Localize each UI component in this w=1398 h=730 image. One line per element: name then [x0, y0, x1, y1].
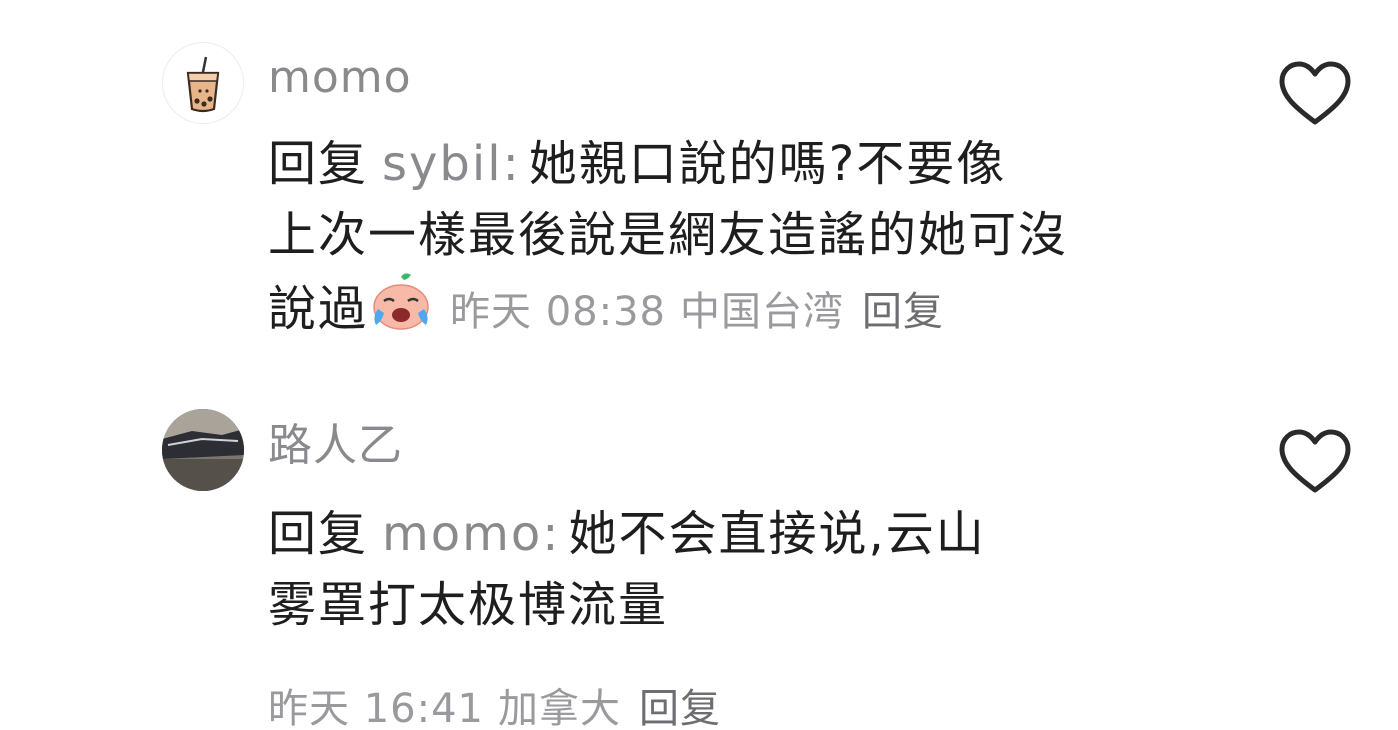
- comment-location: 加拿大: [498, 686, 621, 730]
- comment-text-line1: 她不会直接说,云山: [568, 506, 986, 562]
- reply-colon: :: [542, 506, 561, 562]
- comment-line: 回复 momo: 她不会直接说,云山: [268, 499, 1208, 570]
- comment-text-line2: 上次一樣最後說是網友造謠的她可沒: [268, 207, 1069, 263]
- comment-body: 回复 momo: 她不会直接说,云山 雾罩打太极博流量: [268, 499, 1208, 641]
- comment-item: 路人乙 回复 momo: 她不会直接说,云山 雾罩打太极博流量 昨天 16:41 加拿…: [0, 380, 1398, 730]
- comment-time: 昨天 08:38: [450, 289, 667, 335]
- photo-avatar-image: [162, 409, 244, 491]
- comment-item: momo 回复 sybil: 她親口說的嗎?不要像 上次一樣最後說是網友造謠的她可沒…: [0, 0, 1398, 380]
- reply-button[interactable]: 回复: [862, 289, 944, 335]
- username[interactable]: 路人乙: [268, 424, 403, 468]
- heart-icon[interactable]: [1278, 60, 1352, 126]
- avatar[interactable]: [162, 42, 244, 124]
- comment-time: 昨天 16:41: [268, 686, 484, 730]
- comment-text-line2: 雾罩打太极博流量: [268, 577, 669, 633]
- reply-button[interactable]: 回复: [639, 686, 721, 730]
- reply-prefix: 回复: [268, 506, 369, 562]
- bubble-tea-icon: [186, 56, 220, 113]
- comment-text-line3: 說過: [268, 281, 369, 337]
- comment-line: 回复 sybil: 她親口說的嗎?不要像: [268, 129, 1208, 200]
- reply-target-user[interactable]: momo: [382, 506, 542, 562]
- reply-target-user[interactable]: sybil: [382, 136, 503, 192]
- comment-line: 說過 昨天 08:38 中国台湾 回复: [268, 271, 1208, 348]
- comment-location: 中国台湾: [680, 289, 845, 335]
- comment-body: 回复 sybil: 她親口說的嗎?不要像 上次一樣最後說是網友造謠的她可沒 說過 昨…: [268, 129, 1208, 348]
- comment-text-line1: 她親口說的嗎?不要像: [528, 136, 1007, 192]
- username[interactable]: momo: [268, 56, 412, 100]
- heart-icon[interactable]: [1278, 428, 1352, 494]
- crying-face-emoji: [373, 273, 429, 330]
- comment-thread: momo 回复 sybil: 她親口說的嗎?不要像 上次一樣最後說是網友造謠的她可沒…: [0, 0, 1398, 730]
- reply-colon: :: [502, 136, 521, 192]
- avatar[interactable]: [162, 409, 244, 491]
- comment-meta: 昨天 16:41 加拿大 回复: [268, 676, 721, 730]
- reply-prefix: 回复: [268, 136, 369, 192]
